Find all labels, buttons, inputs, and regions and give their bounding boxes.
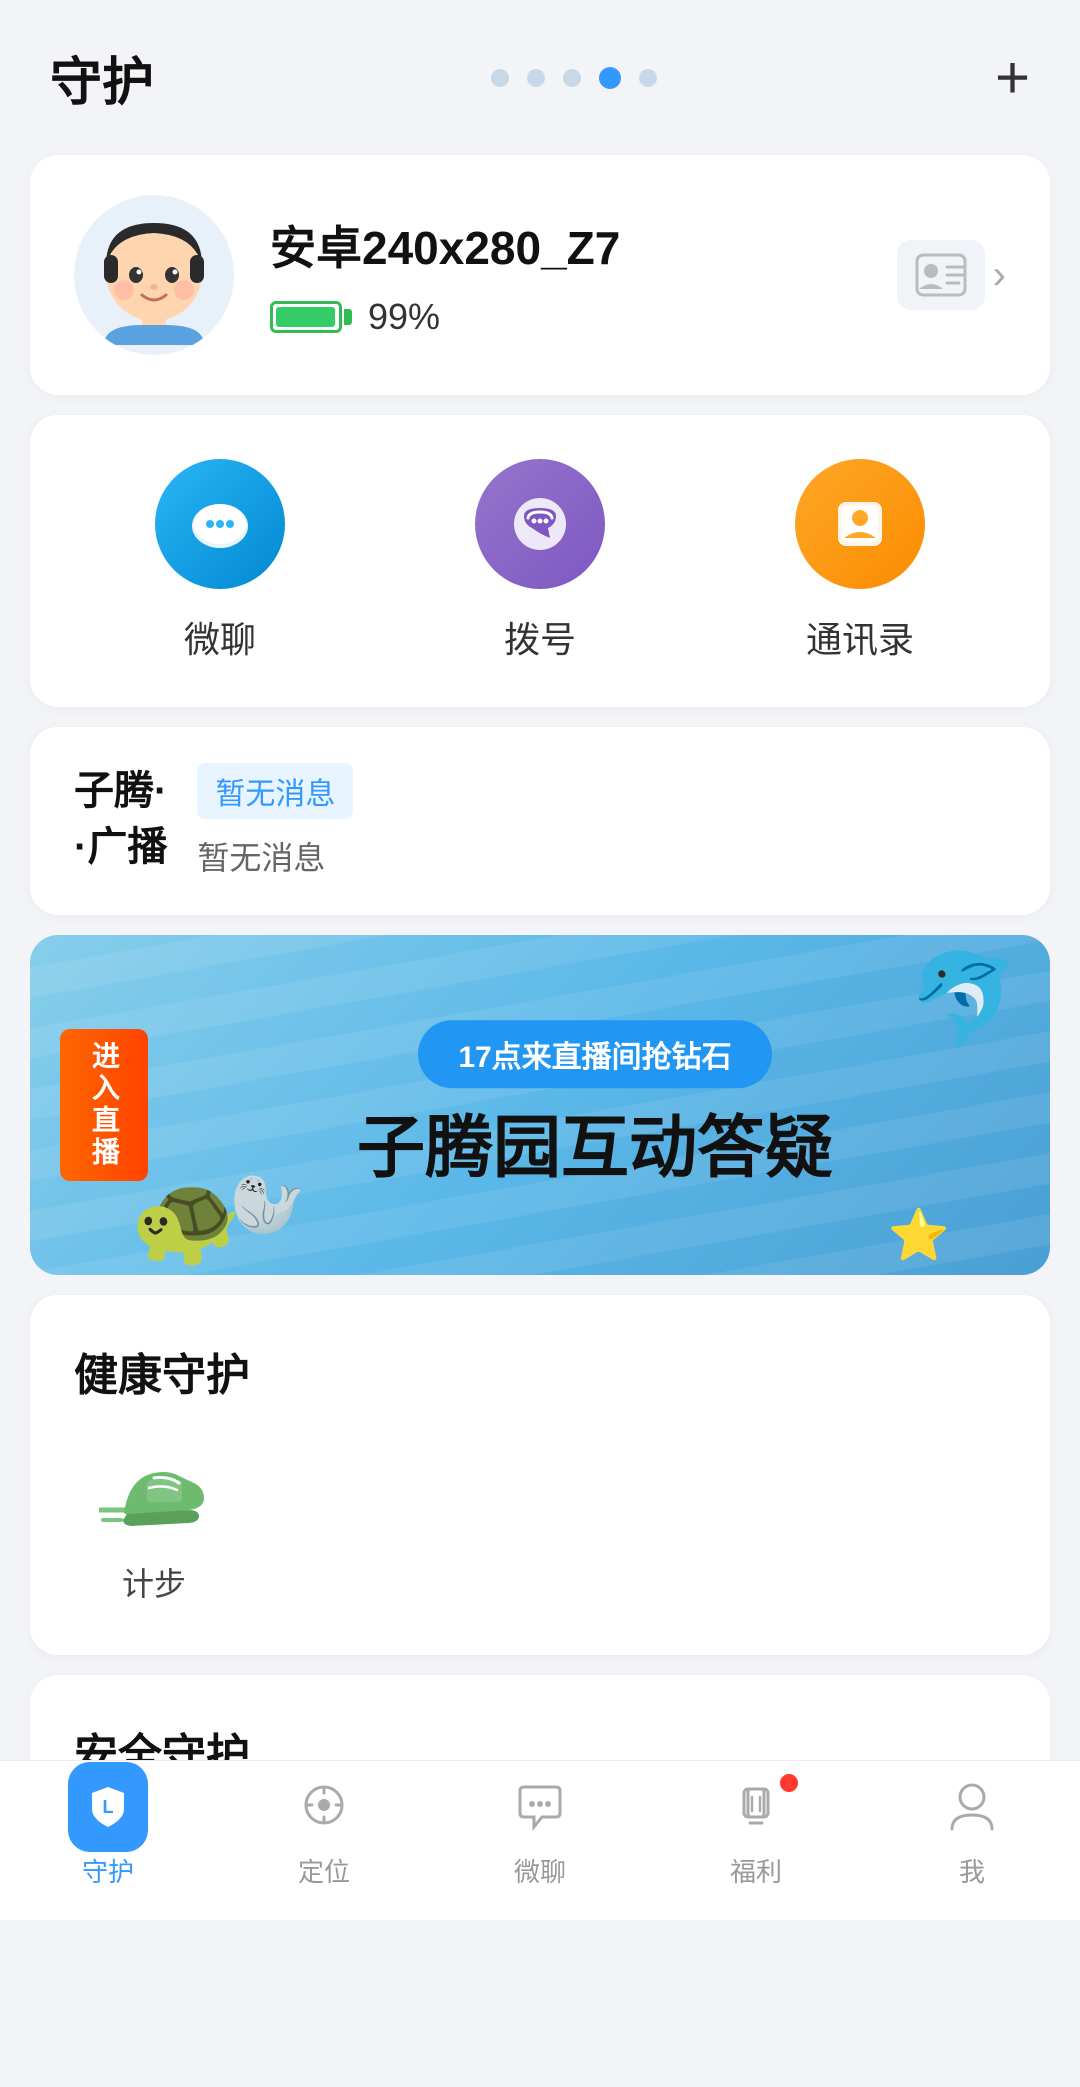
welfare-icon	[728, 1779, 784, 1835]
contact-card-icon	[915, 253, 967, 297]
banner-star-icon: ⭐	[888, 1206, 950, 1265]
nav-guard-label: 守护	[82, 1852, 134, 1889]
nav-guard-icon-wrap: L	[68, 1772, 148, 1842]
banner-dolphin-icon: 🐬	[908, 955, 1020, 1045]
nav-welfare-label: 福利	[730, 1852, 782, 1889]
banner-seal-icon: 🦭	[230, 1175, 305, 1235]
action-contacts-label: 通讯录	[806, 611, 914, 663]
avatar	[74, 195, 234, 355]
action-dialpad-label: 拨号	[504, 611, 576, 663]
health-items: 计步	[74, 1443, 1006, 1625]
wechat-icon-bg	[155, 459, 285, 589]
contacts-icon	[824, 488, 896, 560]
profile-action[interactable]: ›	[897, 240, 1006, 310]
profile-info: 安卓240x280_Z7 99%	[270, 212, 861, 338]
dialpad-icon-bg	[475, 459, 605, 589]
dot-2	[527, 69, 545, 87]
action-dialpad[interactable]: 拨号	[475, 459, 605, 663]
me-icon	[944, 1779, 1000, 1835]
nav-item-location[interactable]: 定位	[284, 1772, 364, 1889]
nav-chat-label: 微聊	[514, 1852, 566, 1889]
dialpad-icon	[504, 488, 576, 560]
nav-me-label: 我	[959, 1852, 985, 1889]
broadcast-inner: 子腾· ·广播 暂无消息 暂无消息	[74, 763, 1006, 879]
header: 守护 +	[0, 0, 1080, 135]
banner-main-title: 子腾园互动答疑	[357, 1108, 833, 1190]
svg-text:L: L	[103, 1797, 114, 1817]
nav-location-label: 定位	[298, 1852, 350, 1889]
dot-1	[491, 69, 509, 87]
action-wechat[interactable]: 微聊	[155, 459, 285, 663]
health-section: 健康守护 计步	[30, 1295, 1050, 1655]
broadcast-message: 暂无消息	[197, 833, 1006, 879]
battery-fill	[276, 307, 335, 327]
nav-chat-icon-wrap	[500, 1772, 580, 1842]
page-indicator	[491, 67, 657, 89]
pedometer-icon	[99, 1448, 209, 1538]
location-icon	[296, 1779, 352, 1835]
broadcast-title: 子腾· ·广播	[74, 763, 167, 875]
broadcast-badge: 暂无消息	[197, 763, 353, 819]
dot-4-active	[599, 67, 621, 89]
guard-icon: L	[84, 1783, 132, 1831]
broadcast-card: 子腾· ·广播 暂无消息 暂无消息	[30, 727, 1050, 915]
wechat-icon	[184, 488, 256, 560]
avatar-image	[84, 205, 224, 345]
banner-subtitle: 17点来直播间抢钻石	[418, 1020, 771, 1088]
banner-live-button[interactable]: 进入直播	[60, 1029, 148, 1181]
profile-name: 安卓240x280_Z7	[270, 212, 861, 278]
banner-card[interactable]: 进入直播 17点来直播间抢钻石 子腾园互动答疑 🐢 🦭 🐬 ⭐	[30, 935, 1050, 1275]
health-title: 健康守护	[74, 1339, 1006, 1403]
nav-item-guard[interactable]: L 守护	[68, 1772, 148, 1889]
battery-percent: 99%	[368, 296, 440, 338]
action-contacts[interactable]: 通讯录	[795, 459, 925, 663]
chevron-right-icon[interactable]: ›	[993, 253, 1006, 298]
nav-item-chat[interactable]: 微聊	[500, 1772, 580, 1889]
nav-item-welfare[interactable]: 福利	[716, 1772, 796, 1889]
nav-me-icon-wrap	[932, 1772, 1012, 1842]
action-wechat-label: 微聊	[184, 611, 256, 663]
pedometer-label: 计步	[122, 1559, 186, 1605]
add-button[interactable]: +	[995, 48, 1030, 108]
dot-3	[563, 69, 581, 87]
contact-button[interactable]	[897, 240, 985, 310]
profile-card: 安卓240x280_Z7 99% ›	[30, 155, 1050, 395]
banner-content: 17点来直播间抢钻石 子腾园互动答疑	[170, 1020, 1020, 1190]
contacts-icon-bg	[795, 459, 925, 589]
nav-item-me[interactable]: 我	[932, 1772, 1012, 1889]
nav-guard-active-bg: L	[68, 1762, 148, 1852]
chat-icon	[512, 1779, 568, 1835]
nav-welfare-icon-wrap	[716, 1772, 796, 1842]
page-title: 守护	[50, 40, 154, 115]
banner-turtle-icon: 🐢	[130, 1175, 242, 1265]
quick-actions-card: 微聊 拨号 通讯录	[30, 415, 1050, 707]
welfare-badge	[778, 1772, 800, 1794]
battery-tip	[344, 309, 352, 325]
pedometer-icon-box	[94, 1443, 214, 1543]
pedometer-item[interactable]: 计步	[74, 1443, 234, 1605]
broadcast-title-block: 子腾· ·广播	[74, 763, 167, 875]
broadcast-messages: 暂无消息 暂无消息	[197, 763, 1006, 879]
bottom-nav: L 守护 定位 微	[0, 1760, 1080, 1920]
nav-location-icon-wrap	[284, 1772, 364, 1842]
battery-body	[270, 301, 342, 333]
battery-row: 99%	[270, 296, 861, 338]
battery-icon	[270, 301, 352, 333]
dot-5	[639, 69, 657, 87]
